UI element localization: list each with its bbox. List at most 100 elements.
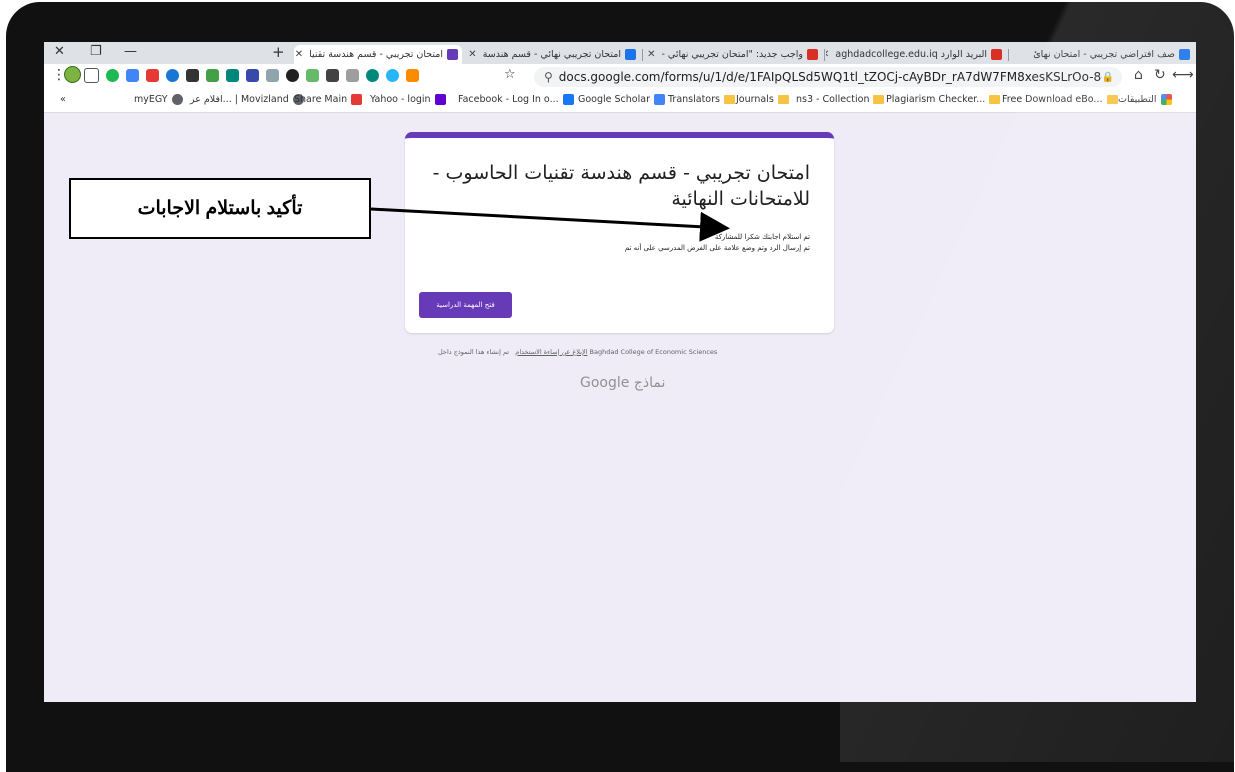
tab-label: واجب جديد: "امتحان تجريبي نهائي - <box>661 49 803 60</box>
folder-icon <box>1106 95 1118 104</box>
bookmark-ext-icon[interactable] <box>406 69 419 82</box>
address-bar[interactable]: ⚲ docs.google.com/forms/u/1/d/e/1FAIpQLS… <box>534 67 1122 87</box>
search-icon: ⚲ <box>544 70 553 84</box>
more-bookmarks-button[interactable]: « <box>60 94 66 105</box>
confirmation-message: تم استلام اجابتك شكرا للمشاركة تم إرسال … <box>430 232 810 254</box>
close-tab-icon[interactable]: ✕ <box>468 49 476 60</box>
tab-label: امتحان تجريبي نهائي - قسم هندسة <box>482 49 621 60</box>
shield-icon[interactable] <box>366 69 379 82</box>
bookmark-myegy[interactable]: myEGY <box>134 94 183 105</box>
apps-grid-icon <box>1160 94 1172 105</box>
globe-icon <box>171 94 183 105</box>
forms-icon <box>447 49 458 60</box>
bookmark-movizland[interactable]: افلام عر... | Movizland <box>190 94 304 105</box>
gmail-icon <box>991 49 1002 60</box>
grid-icon[interactable] <box>326 69 339 82</box>
close-tab-icon[interactable]: ✕ <box>826 49 829 60</box>
cast-icon[interactable] <box>84 68 99 83</box>
tab-forms[interactable]: امتحان تجريبي - قسم هندسة تقنيا ✕ <box>294 45 462 64</box>
folder-icon <box>989 95 1001 104</box>
gmail-icon <box>807 49 818 60</box>
pdf-icon[interactable] <box>146 69 159 82</box>
share-icon <box>351 94 363 105</box>
record-icon[interactable] <box>286 69 299 82</box>
tab-gmail-inbox[interactable]: البريد الوارد aghdadcollege.edu.iq ✕ <box>826 45 1006 64</box>
folder-icon <box>777 95 789 104</box>
tab-gmail-assignment[interactable]: واجب جديد: "امتحان تجريبي نهائي - ✕ <box>644 45 822 64</box>
bookmark-ns3[interactable]: ns3 - Collection <box>796 94 885 105</box>
bookmark-label: Google Scholar <box>578 94 650 105</box>
grammarly-icon[interactable] <box>106 69 119 82</box>
bookmark-label: افلام عر... | Movizland <box>190 94 289 105</box>
close-tab-icon[interactable]: ✕ <box>647 49 655 60</box>
bookmark-label: Facebook - Log In o... <box>458 94 559 105</box>
star-bookmark-icon[interactable]: ☆ <box>504 67 516 82</box>
scholar-icon <box>653 94 665 105</box>
bookmark-yahoo[interactable]: Yahoo - login <box>370 94 446 105</box>
bookmark-google-scholar[interactable]: Google Scholar <box>578 94 665 105</box>
annotation-label: تأكيد باستلام الاجابات <box>137 198 303 219</box>
tab-label: صف افتراضي تجريبي - امتحان نهائ <box>1033 49 1175 60</box>
bookmark-facebook[interactable]: Facebook - Log In o... <box>458 94 574 105</box>
lock-icon: 🔒 <box>1101 71 1114 83</box>
bookmark-label: Plagiarism Checker... <box>886 94 986 105</box>
report-abuse-link[interactable]: الإبلاغ عن إساءة الاستخدام <box>515 348 587 356</box>
translate-icon[interactable] <box>246 69 259 82</box>
form-response-card: امتحان تجريبي - قسم هندسة تقنيات الحاسوب… <box>405 132 834 333</box>
folder-icon <box>873 95 885 104</box>
puzzle-icon[interactable] <box>206 69 219 82</box>
sheet-icon[interactable] <box>226 69 239 82</box>
back-icon[interactable]: → <box>1182 67 1194 83</box>
bookmark-label: التطبيقات <box>1118 94 1157 105</box>
leaf-icon[interactable] <box>346 69 359 82</box>
classroom-icon <box>1179 49 1190 60</box>
qr-code-icon[interactable] <box>186 69 199 82</box>
confirmation-line-1: تم استلام اجابتك شكرا للمشاركة <box>714 233 810 241</box>
tab-separator <box>1008 49 1009 61</box>
globe-ext-icon[interactable] <box>386 69 399 82</box>
minimize-window-icon[interactable]: — <box>124 44 137 59</box>
restore-window-icon[interactable]: ❐ <box>90 44 102 59</box>
tab-strip: ✕ ❐ — + امتحان تجريبي - قسم هندسة تقنيا … <box>44 42 1196 64</box>
tab-classroom-exam[interactable]: امتحان تجريبي نهائي - قسم هندسة ✕ <box>464 45 640 64</box>
url-text: docs.google.com/forms/u/1/d/e/1FAIpQLSd5… <box>558 70 1102 84</box>
folder-icon <box>723 95 735 104</box>
bookmark-label: Free Download eBo... <box>1002 94 1103 105</box>
open-assignment-button[interactable]: فتح المهمة الدراسية <box>419 292 512 318</box>
bookmark-journals[interactable]: Journals <box>736 94 789 105</box>
tab-classroom-virtual[interactable]: صف افتراضي تجريبي - امتحان نهائ <box>1010 45 1194 64</box>
new-tab-button[interactable]: + <box>272 43 285 61</box>
bookmark-free-download[interactable]: Free Download eBo... <box>1002 94 1118 105</box>
google-forms-logo: Google نماذج <box>580 375 666 391</box>
bookmark-label: myEGY <box>134 94 168 105</box>
close-tab-icon[interactable]: ✕ <box>295 49 303 60</box>
bookmark-label: Journals <box>736 94 774 105</box>
bookmark-label: ns3 - Collection <box>796 94 870 105</box>
extensions-bar <box>84 68 419 83</box>
bookmark-share-main[interactable]: Share Main <box>294 94 363 105</box>
calendar-icon[interactable] <box>266 69 279 82</box>
bookmarks-bar: « myEGY افلام عر... | Movizland Share Ma… <box>44 90 1196 113</box>
bookmark-plagiarism[interactable]: Plagiarism Checker... <box>886 94 1001 105</box>
classroom-icon <box>625 49 636 60</box>
tab-label: امتحان تجريبي - قسم هندسة تقنيا <box>309 49 443 60</box>
login-arrow-icon[interactable] <box>306 69 319 82</box>
yahoo-icon <box>434 94 446 105</box>
bookmark-apps[interactable]: التطبيقات <box>1118 94 1172 105</box>
tab-label: البريد الوارد aghdadcollege.edu.iq <box>835 49 987 60</box>
home-icon[interactable]: ⌂ <box>1134 67 1143 83</box>
browser-window: ✕ ❐ — + امتحان تجريبي - قسم هندسة تقنيا … <box>44 42 1196 702</box>
annotation-callout: تأكيد باستلام الاجابات <box>69 178 371 239</box>
drive-icon[interactable] <box>126 69 139 82</box>
reload-icon[interactable]: ↻ <box>1154 67 1166 83</box>
profile-avatar[interactable] <box>64 66 81 83</box>
close-window-icon[interactable]: ✕ <box>54 44 65 59</box>
tab-separator <box>824 49 825 61</box>
facebook-icon <box>562 94 574 105</box>
bookmark-translators[interactable]: Translators <box>668 94 735 105</box>
tab-separator <box>642 49 643 61</box>
toolbar: ⋮ ☆ ⚲ docs.google.com/forms/u/1/d/e/1FAI… <box>44 64 1196 90</box>
extension-blue-icon[interactable] <box>166 69 179 82</box>
form-title: امتحان تجريبي - قسم هندسة تقنيات الحاسوب… <box>432 162 810 210</box>
form-footer: الإبلاغ عن إساءة الاستخدام تم إنشاء هذا … <box>438 348 828 356</box>
